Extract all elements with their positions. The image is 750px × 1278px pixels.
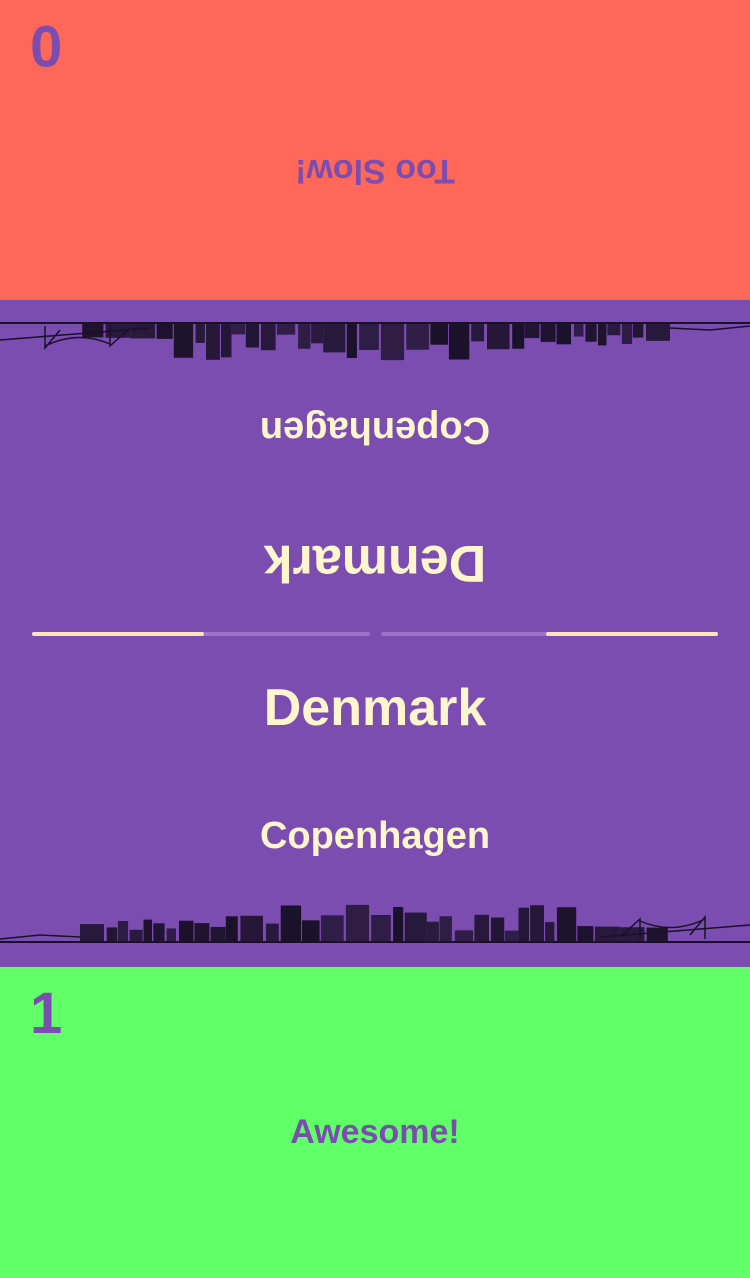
country-name: Denmark bbox=[263, 679, 487, 737]
timer-fill bbox=[546, 632, 718, 636]
opponent-status-text: Too Slow! bbox=[295, 152, 455, 190]
player-status-text: Awesome! bbox=[290, 1113, 460, 1151]
timer-fill bbox=[32, 632, 205, 636]
capital-name: Copenhagen bbox=[259, 815, 491, 857]
capital-name-flipped: Copenhagen bbox=[259, 409, 491, 451]
country-name-flipped: Denmark bbox=[263, 534, 487, 592]
player-panel[interactable]: 1 Awesome! bbox=[0, 967, 750, 1278]
question-card: Copenhagen Denmark Denmark Copenhagen bbox=[0, 300, 750, 967]
opponent-panel: Too Slow! 0 bbox=[0, 0, 750, 300]
timer-bar-player bbox=[381, 632, 718, 636]
player-score: 1 bbox=[30, 981, 63, 1046]
city-skyline-illustration bbox=[0, 904, 750, 943]
timer-bar-opponent bbox=[32, 632, 370, 636]
opponent-score: 0 bbox=[30, 13, 63, 78]
city-skyline-illustration-top bbox=[0, 322, 750, 361]
